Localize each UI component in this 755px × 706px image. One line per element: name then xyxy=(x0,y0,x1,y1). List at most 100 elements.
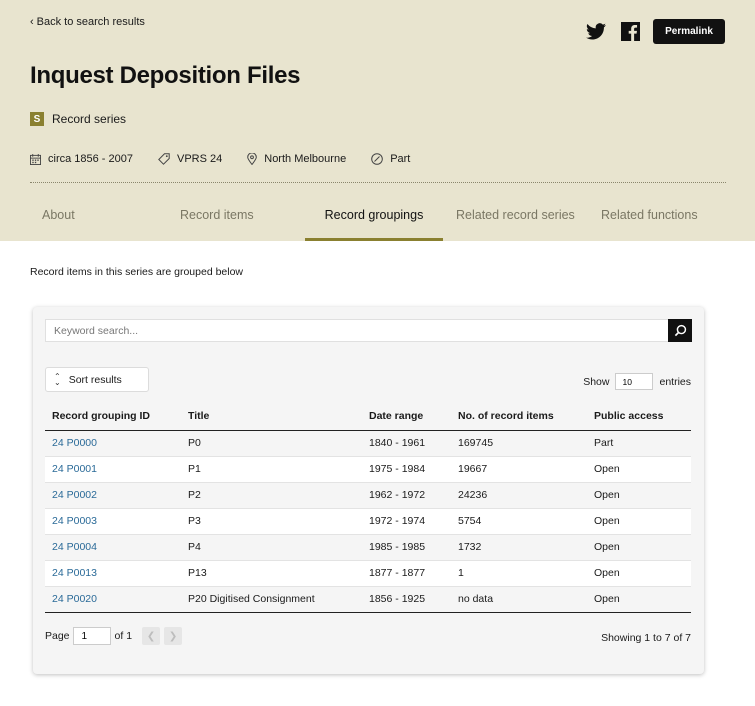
tab-record-items[interactable]: Record items xyxy=(180,196,254,241)
page-title: Inquest Deposition Files xyxy=(30,62,301,89)
meta-location-text: North Melbourne xyxy=(264,153,347,165)
tab-bar: About Record items Record groupings Rela… xyxy=(30,196,726,241)
table-cell: 1877 - 1877 xyxy=(362,560,451,587)
table-cell: P0 xyxy=(181,430,362,457)
table-row: 24 P0020 P20 Digitised Consignment 1856 … xyxy=(45,586,691,613)
table-cell: 1985 - 1985 xyxy=(362,534,451,561)
record-type-label: Record series xyxy=(52,112,127,126)
record-groupings-table: Record grouping ID Title Date range No. … xyxy=(45,403,691,613)
show-suffix: entries xyxy=(659,375,691,388)
table-cell: Open xyxy=(587,508,691,535)
chevron-left-icon: ❮ xyxy=(146,630,156,642)
back-to-results-link[interactable]: ‹ Back to search results xyxy=(30,16,145,28)
next-page-button[interactable]: ❯ xyxy=(164,627,183,645)
grouping-id-link[interactable]: 24 P0020 xyxy=(52,593,97,605)
permalink-button[interactable]: Permalink xyxy=(653,19,725,44)
table-cell: 5754 xyxy=(451,508,587,535)
sort-icon: ⌃ ⌄ xyxy=(54,371,61,387)
entries-count-input[interactable] xyxy=(615,373,654,390)
table-cell: 1972 - 1974 xyxy=(362,508,451,535)
column-header[interactable]: Record grouping ID xyxy=(45,403,181,431)
column-header[interactable]: Public access xyxy=(587,403,691,431)
calendar-icon xyxy=(30,153,41,165)
table-cell: 1 xyxy=(451,560,587,587)
grouping-id-link[interactable]: 24 P0003 xyxy=(52,515,97,527)
table-cell: no data xyxy=(451,586,587,613)
tab-related-functions[interactable]: Related functions xyxy=(601,196,698,241)
table-cell: 1840 - 1961 xyxy=(362,430,451,457)
access-status-icon xyxy=(371,153,383,165)
sort-results-button[interactable]: ⌃ ⌄ Sort results xyxy=(45,367,149,392)
table-cell: Open xyxy=(587,456,691,483)
table-row: 24 P0003 P3 1972 - 1974 5754 Open xyxy=(45,508,691,535)
tag-icon xyxy=(158,153,170,165)
table-cell: 19667 xyxy=(451,456,587,483)
meta-date: circa 1856 - 2007 xyxy=(30,153,133,165)
results-count: Showing 1 to 7 of 7 xyxy=(601,632,691,644)
share-actions: Permalink xyxy=(585,19,725,44)
grouping-id-link[interactable]: 24 P0000 xyxy=(52,437,97,449)
search-button[interactable] xyxy=(668,319,692,342)
table-cell: P1 xyxy=(181,456,362,483)
series-badge: S xyxy=(30,112,44,126)
grouping-id-link[interactable]: 24 P0001 xyxy=(52,463,97,475)
meta-location: North Melbourne xyxy=(247,153,346,165)
table-cell: Open xyxy=(587,534,691,561)
table-cell: Part xyxy=(587,430,691,457)
table-cell: 1975 - 1984 xyxy=(362,456,451,483)
meta-status: Part xyxy=(371,153,410,165)
show-prefix: Show xyxy=(583,375,610,388)
column-header[interactable]: No. of record items xyxy=(451,403,587,431)
grouping-id-link[interactable]: 24 P0013 xyxy=(52,567,97,579)
meta-series-id: VPRS 24 xyxy=(158,153,222,165)
table-row: 24 P0004 P4 1985 - 1985 1732 Open xyxy=(45,534,691,561)
search-icon xyxy=(674,324,686,337)
series-metadata: circa 1856 - 2007 VPRS 24 North Melbourn… xyxy=(30,153,435,165)
page-label: Page xyxy=(45,630,70,642)
entries-per-page: Show entries xyxy=(583,373,691,390)
table-cell: P2 xyxy=(181,482,362,509)
table-cell: 1962 - 1972 xyxy=(362,482,451,509)
pagination: Page of 1 ❮ ❯ xyxy=(45,627,183,645)
table-cell: Open xyxy=(587,586,691,613)
table-header-row: Record grouping ID Title Date range No. … xyxy=(45,403,691,431)
tab-record-groupings[interactable]: Record groupings xyxy=(305,196,443,241)
chevron-left-icon: ‹ xyxy=(30,16,34,28)
table-row: 24 P0001 P1 1975 - 1984 19667 Open xyxy=(45,456,691,483)
meta-series-id-text: VPRS 24 xyxy=(177,153,223,165)
location-pin-icon xyxy=(247,153,258,165)
tab-about[interactable]: About xyxy=(42,196,75,241)
column-header[interactable]: Date range xyxy=(362,403,451,431)
grouping-id-link[interactable]: 24 P0004 xyxy=(52,541,97,553)
table-cell: P20 Digitised Consignment xyxy=(181,586,362,613)
table-cell: P3 xyxy=(181,508,362,535)
meta-status-text: Part xyxy=(390,153,411,165)
meta-date-text: circa 1856 - 2007 xyxy=(48,153,133,165)
record-groupings-panel: ⌃⌄ Sort results Show entries Record grou… xyxy=(33,307,704,674)
column-header[interactable]: Title xyxy=(181,403,362,431)
table-row: 24 P0013 P13 1877 - 1877 1 Open xyxy=(45,560,691,587)
record-type: S Record series xyxy=(30,112,126,126)
table-cell: 1856 - 1925 xyxy=(362,586,451,613)
twitter-icon[interactable] xyxy=(585,21,607,43)
facebook-icon[interactable] xyxy=(619,21,641,43)
table-cell: P4 xyxy=(181,534,362,561)
table-cell: 1732 xyxy=(451,534,587,561)
tab-related-record-series[interactable]: Related record series xyxy=(456,196,575,241)
sort-label: Sort results xyxy=(68,373,122,386)
back-label: Back to search results xyxy=(36,16,145,28)
table-cell: Open xyxy=(587,560,691,587)
page-header: ‹ Back to search results Permalink Inque… xyxy=(0,0,755,241)
table-row: 24 P0000 P0 1840 - 1961 169745 Part xyxy=(45,430,691,457)
chevron-right-icon: ❯ xyxy=(168,630,178,642)
intro-text: Record items in this series are grouped … xyxy=(30,266,244,278)
table-cell: Open xyxy=(587,482,691,509)
page-number-input[interactable] xyxy=(72,627,111,645)
grouping-id-link[interactable]: 24 P0002 xyxy=(52,489,97,501)
keyword-search-input[interactable] xyxy=(46,320,668,341)
page-total: of 1 xyxy=(114,630,133,642)
table-cell: 24236 xyxy=(451,482,587,509)
table-cell: 169745 xyxy=(451,430,587,457)
search-bar xyxy=(45,319,692,342)
previous-page-button[interactable]: ❮ xyxy=(142,627,161,645)
